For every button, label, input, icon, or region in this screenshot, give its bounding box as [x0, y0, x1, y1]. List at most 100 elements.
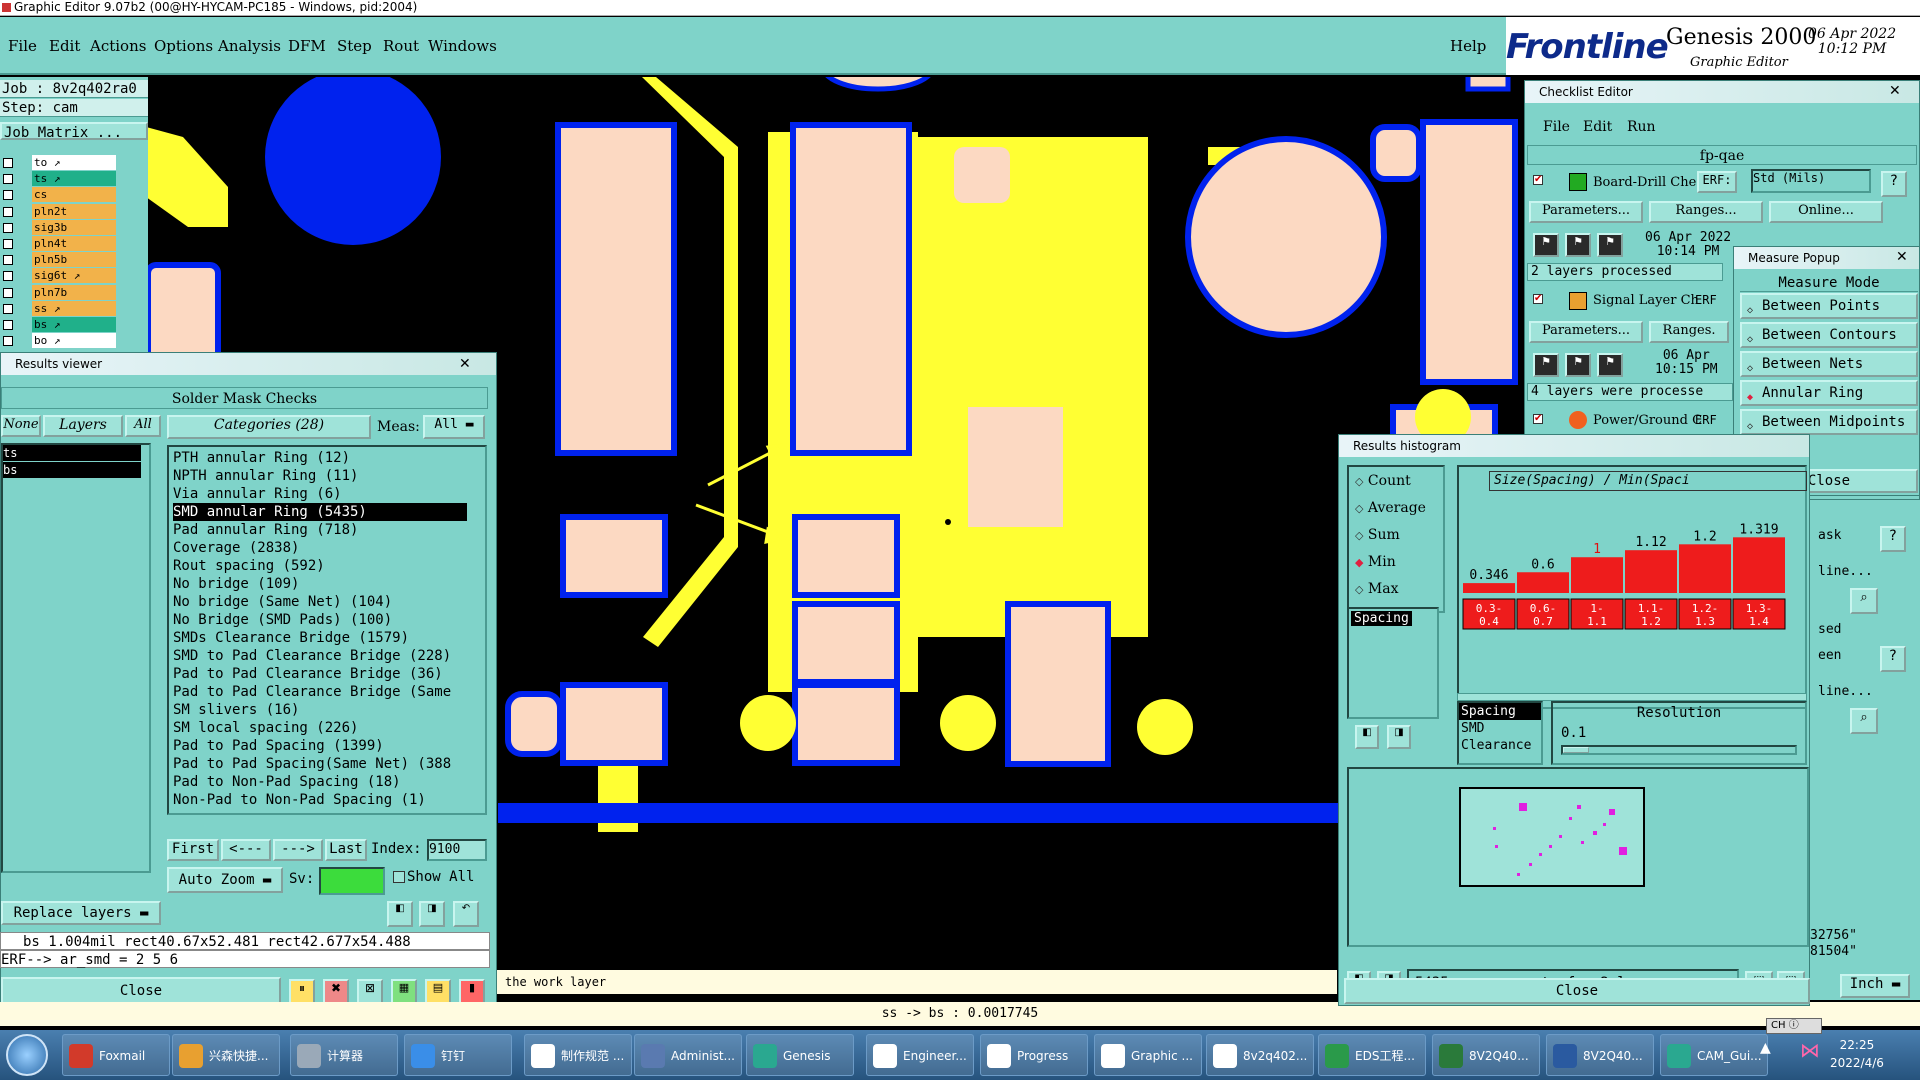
run-icon[interactable]: ⚑	[1597, 233, 1623, 257]
show-all-checkbox[interactable]	[393, 871, 405, 883]
layer-name[interactable]: pln2t	[32, 203, 116, 219]
layer-row[interactable]: pln4t	[0, 236, 118, 252]
erf-button[interactable]: ERF	[1695, 413, 1717, 427]
del-icon[interactable]: ◧	[387, 901, 413, 927]
run-icon[interactable]: ⚑	[1597, 353, 1623, 377]
ranges-button[interactable]: Ranges...	[1649, 201, 1763, 223]
category-item[interactable]: Pad to Non-Pad Spacing (18)	[173, 773, 467, 791]
attr-item[interactable]: Clearance	[1459, 737, 1541, 754]
category-item[interactable]: Rout spacing (592)	[173, 557, 467, 575]
parameters-button[interactable]: Parameters...	[1529, 321, 1643, 343]
taskbar-app-button[interactable]: Genesis	[746, 1034, 854, 1076]
resolution-slider-thumb[interactable]	[1563, 747, 1589, 753]
category-item[interactable]: SMDs Clearance Bridge (1579)	[173, 629, 467, 647]
result-layer-item[interactable]: ts	[3, 445, 141, 461]
del-icon[interactable]: ◧	[1355, 725, 1379, 749]
taskbar-app-button[interactable]: Engineer...	[866, 1034, 974, 1076]
menu-file[interactable]: File	[8, 37, 37, 55]
none-button[interactable]: None	[1, 415, 41, 437]
layer-name[interactable]: ts ↗	[32, 171, 116, 187]
layer-row[interactable]: bo ↗	[0, 333, 118, 349]
run-icon[interactable]: ⚑	[1533, 353, 1559, 377]
next-button[interactable]: --->	[273, 839, 323, 861]
menu-analysis[interactable]: Analysis	[218, 37, 281, 55]
menu-options[interactable]: Options	[154, 37, 213, 55]
menu-rout[interactable]: Rout	[383, 37, 419, 55]
layer-checkbox[interactable]	[3, 255, 13, 266]
clock[interactable]: 22:25 2022/4/6	[1830, 1036, 1884, 1072]
online-button[interactable]: Online...	[1769, 201, 1883, 223]
help-icon[interactable]: ?	[1880, 646, 1906, 672]
layer-row[interactable]: sig6t ↗	[0, 268, 118, 284]
layer-name[interactable]: to ↗	[32, 155, 116, 170]
taskbar-app-button[interactable]: Graphic ...	[1094, 1034, 1202, 1076]
check-name[interactable]: Board-Drill Che	[1593, 175, 1696, 190]
sv-color-select[interactable]	[319, 867, 385, 895]
check-enabled-checkbox[interactable]: ✔	[1533, 175, 1543, 185]
menu-help[interactable]: Help	[1450, 37, 1486, 55]
layer-name[interactable]: pln4t	[32, 236, 116, 251]
histogram-attr-item[interactable]: Spacing	[1351, 611, 1412, 626]
layer-row[interactable]: to ↗	[0, 155, 118, 171]
category-item[interactable]: Pad annular Ring (718)	[173, 521, 467, 539]
ranges-button[interactable]: Ranges.	[1649, 321, 1729, 343]
close-icon[interactable]: ✕	[459, 356, 471, 372]
measure-mode-option[interactable]: ◇ Between Contours	[1740, 322, 1918, 348]
histogram-bar[interactable]	[1679, 544, 1731, 593]
category-item[interactable]: SMD annular Ring (5435)	[173, 503, 467, 521]
menu-step[interactable]: Step	[337, 37, 372, 55]
taskbar-app-button[interactable]: Foxmail	[62, 1034, 170, 1076]
category-item[interactable]: Pad to Pad Clearance Bridge (36)	[173, 665, 467, 683]
check-name[interactable]: Power/Ground C	[1593, 413, 1702, 428]
job-matrix-button[interactable]: Job Matrix ...	[0, 122, 148, 141]
network-icon[interactable]: ⋈	[1800, 1038, 1820, 1062]
layer-name[interactable]: cs	[32, 187, 116, 203]
language-bar[interactable]: CH ⓘ	[1766, 1018, 1822, 1034]
tray-arrow-icon[interactable]: ▲	[1760, 1040, 1771, 1056]
taskbar-app-button[interactable]: CAM_Gui...	[1660, 1034, 1768, 1076]
layer-name[interactable]: ss ↗	[32, 300, 116, 316]
aggregate-mode-option[interactable]: ◇ Average	[1355, 500, 1426, 516]
category-item[interactable]: No Bridge (SMD Pads) (100)	[173, 611, 467, 629]
category-item[interactable]: PTH annular Ring (12)	[173, 449, 467, 467]
taskbar-app-button[interactable]: Progress	[980, 1034, 1088, 1076]
checklist-menu-edit[interactable]: Edit	[1583, 119, 1612, 135]
auto-zoom-select[interactable]: Auto Zoom ▬	[167, 867, 283, 893]
taskbar-app-button[interactable]: 8V2Q40...	[1432, 1034, 1540, 1076]
last-button[interactable]: Last	[325, 839, 367, 861]
run-icon[interactable]: ⚑	[1565, 353, 1591, 377]
histogram-bar[interactable]	[1517, 572, 1569, 593]
zoom-icon[interactable]: ⌕	[1850, 708, 1878, 734]
category-list[interactable]: PTH annular Ring (12) NPTH annular Ring (…	[167, 445, 487, 815]
layer-checkbox[interactable]	[3, 206, 13, 217]
taskbar-app-button[interactable]: 计算器	[290, 1034, 398, 1076]
replace-layers-select[interactable]: Replace layers ▬	[1, 901, 161, 925]
menu-edit[interactable]: Edit	[49, 37, 80, 55]
taskbar-app-button[interactable]: 制作规范 ...	[524, 1034, 632, 1076]
layer-row[interactable]: pln5b	[0, 252, 118, 268]
layer-checkbox[interactable]	[3, 174, 13, 185]
result-layer-item[interactable]: bs	[3, 462, 141, 478]
measure-mode-option[interactable]: ◆ Annular Ring	[1740, 380, 1918, 406]
layer-checkbox[interactable]	[3, 320, 13, 330]
layer-row[interactable]: pln2t	[0, 203, 118, 220]
histogram-scrollbar[interactable]	[1457, 693, 1807, 701]
layer-row[interactable]: sig3b	[0, 219, 118, 236]
histogram-bar[interactable]	[1625, 550, 1677, 593]
category-item[interactable]: SM slivers (16)	[173, 701, 467, 719]
category-item[interactable]: NPTH annular Ring (11)	[173, 467, 467, 485]
taskbar-app-button[interactable]: 钉钉	[404, 1034, 512, 1076]
category-item[interactable]: Pad to Pad Spacing (1399)	[173, 737, 467, 755]
help-icon[interactable]: ?	[1881, 171, 1907, 197]
prev-button[interactable]: <---	[221, 839, 271, 861]
categories-button[interactable]: Categories (28)	[167, 415, 371, 439]
measure-mode-option[interactable]: ◇ Between Midpoints	[1740, 409, 1918, 435]
measure-mode-option[interactable]: ◇ Between Nets	[1740, 351, 1918, 377]
layer-name[interactable]: sig3b	[32, 219, 116, 235]
layer-name[interactable]: bs ↗	[32, 317, 116, 332]
undo-icon[interactable]: ↶	[453, 901, 479, 927]
category-item[interactable]: Coverage (2838)	[173, 539, 467, 557]
layer-checkbox[interactable]	[3, 287, 13, 298]
layer-row[interactable]: ts ↗	[0, 171, 118, 187]
layer-name[interactable]: pln7b	[32, 284, 116, 300]
